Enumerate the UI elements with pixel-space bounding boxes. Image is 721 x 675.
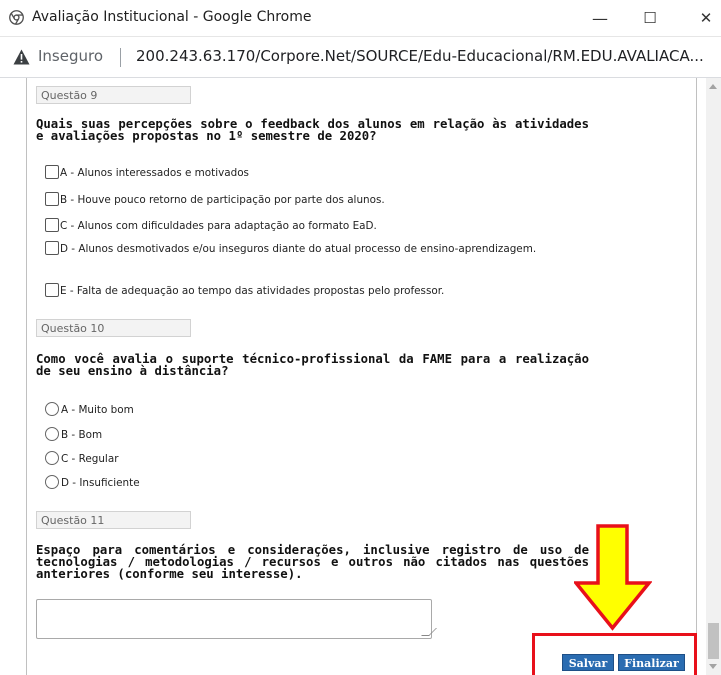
radio-button[interactable] <box>45 402 59 416</box>
radio-button[interactable] <box>45 451 59 465</box>
question-10-text: Como você avalia o suporte técnico-profi… <box>36 352 589 378</box>
question-9-text: Quais suas percepções sobre o feedback d… <box>36 117 589 143</box>
question-9-option-c[interactable]: C - Alunos com dificuldades para adaptaç… <box>36 218 377 233</box>
checkbox[interactable] <box>45 241 59 255</box>
warning-icon[interactable] <box>13 49 30 65</box>
question-9-tag: Questão 9 <box>36 86 191 104</box>
url-text[interactable]: 200.243.63.170/Corpore.Net/SOURCE/Edu-Ed… <box>136 47 704 65</box>
chrome-logo-icon <box>9 10 24 25</box>
question-11-text: Espaço para comentários e considerações,… <box>36 543 589 581</box>
option-label: B - Houve pouco retorno de participação … <box>60 194 385 206</box>
question-9-option-a[interactable]: A - Alunos interessados e motivados <box>36 165 249 180</box>
option-label: C - Alunos com dificuldades para adaptaç… <box>60 220 377 232</box>
security-status[interactable]: Inseguro <box>38 47 103 65</box>
question-10-option-b[interactable]: B - Bom <box>36 427 102 442</box>
option-label: A - Muito bom <box>61 404 134 416</box>
option-label: C - Regular <box>61 453 119 465</box>
checkbox[interactable] <box>45 192 59 206</box>
comments-textarea[interactable] <box>36 599 437 639</box>
question-10-option-d[interactable]: D - Insuficiente <box>36 475 140 490</box>
scrollbar-thumb[interactable] <box>708 623 719 659</box>
address-bar[interactable]: Inseguro 200.243.63.170/Corpore.Net/SOUR… <box>0 37 721 78</box>
checkbox[interactable] <box>45 283 59 297</box>
save-button[interactable]: Salvar <box>562 654 614 671</box>
option-label: D - Alunos desmotivados e/ou inseguros d… <box>60 243 537 255</box>
vertical-scrollbar[interactable] <box>706 78 721 675</box>
window-title-bar: Avaliação Institucional - Google Chrome … <box>0 0 721 37</box>
maximize-button[interactable]: ☐ <box>627 0 673 36</box>
option-label: E - Falta de adequação ao tempo das ativ… <box>60 285 445 297</box>
question-9-option-e[interactable]: E - Falta de adequação ao tempo das ativ… <box>36 283 444 298</box>
question-9-option-b[interactable]: B - Houve pouco retorno de participação … <box>36 192 385 207</box>
resize-grip-icon[interactable] <box>421 628 437 636</box>
radio-button[interactable] <box>45 427 59 441</box>
radio-button[interactable] <box>45 475 59 489</box>
window-title: Avaliação Institucional - Google Chrome <box>32 9 312 25</box>
option-label: B - Bom <box>61 429 103 441</box>
page-content: Questão 9 Quais suas percepções sobre o … <box>0 78 721 675</box>
checkbox[interactable] <box>45 165 59 179</box>
question-10-option-a[interactable]: A - Muito bom <box>36 402 134 417</box>
evaluation-form: Questão 9 Quais suas percepções sobre o … <box>26 78 697 675</box>
question-10-tag: Questão 10 <box>36 319 191 337</box>
address-separator <box>120 48 121 67</box>
option-label: D - Insuficiente <box>61 477 140 489</box>
scroll-up-arrow-icon[interactable] <box>709 84 717 89</box>
minimize-button[interactable]: — <box>577 0 623 36</box>
question-11-tag: Questão 11 <box>36 511 191 529</box>
down-arrow-annotation-icon <box>574 524 652 631</box>
scroll-down-arrow-icon[interactable] <box>709 664 717 669</box>
question-9-option-d[interactable]: D - Alunos desmotivados e/ou inseguros d… <box>36 241 551 256</box>
option-label: A - Alunos interessados e motivados <box>60 167 249 179</box>
checkbox[interactable] <box>45 218 59 232</box>
finish-button[interactable]: Finalizar <box>618 654 685 671</box>
close-button[interactable]: ✕ <box>683 0 721 36</box>
question-10-option-c[interactable]: C - Regular <box>36 451 118 466</box>
